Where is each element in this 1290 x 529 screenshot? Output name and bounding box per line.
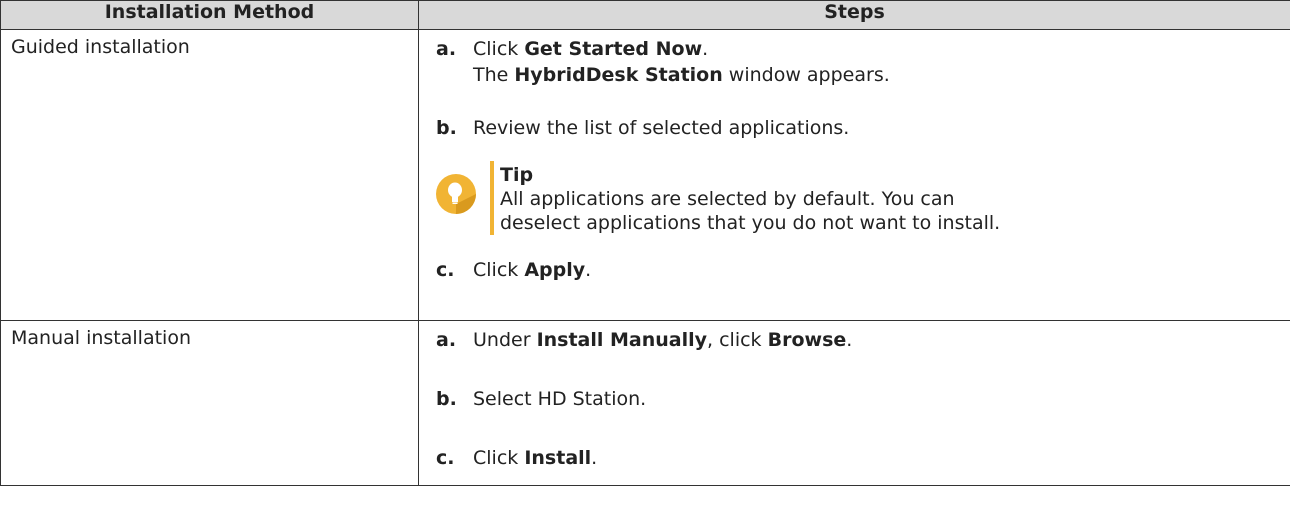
step-c: c. Click Apply. [436, 257, 1290, 283]
ui-term: HybridDesk Station [514, 64, 723, 86]
tip-callout: Tip All applications are selected by def… [436, 161, 1290, 235]
table-row-manual: Manual installation a. Under Install Man… [0, 320, 1290, 486]
header-steps: Steps [418, 0, 1290, 30]
text: . [591, 447, 598, 469]
step-b: b. Review the list of selected applicati… [436, 115, 1290, 141]
text: window appears. [722, 64, 890, 86]
tip-body: Tip All applications are selected by def… [500, 161, 1000, 235]
lightbulb-icon [436, 174, 476, 214]
step-a: a. Click Get Started Now. The HybridDesk… [436, 36, 1290, 88]
tip-line: deselect applications that you do not wa… [500, 212, 1001, 234]
text: . [846, 329, 853, 351]
text: , click [707, 329, 768, 351]
step-text: Click Get Started Now. The HybridDesk St… [473, 36, 890, 88]
header-installation-method: Installation Method [0, 0, 419, 30]
ui-term: Install [524, 447, 592, 469]
ui-term: Browse [767, 329, 847, 351]
header-row: Installation Method Steps [0, 0, 1290, 30]
text: The [473, 64, 515, 86]
table-row-guided: Guided installation a. Click Get Started… [0, 29, 1290, 321]
method-guided: Guided installation [0, 29, 419, 321]
step-letter: a. [436, 329, 457, 351]
step-letter: a. [436, 38, 457, 60]
step-c: c. Click Install. [436, 445, 1290, 471]
text: Click [473, 38, 525, 60]
step-b: b. Select HD Station. [436, 386, 1290, 412]
ui-term: Get Started Now [524, 38, 703, 60]
step-letter: c. [436, 259, 455, 281]
text: Under [473, 329, 537, 351]
step-text: Click Apply. [473, 257, 591, 283]
step-letter: b. [436, 117, 457, 139]
tip-line: All applications are selected by default… [500, 188, 955, 210]
text: Click [473, 447, 525, 469]
step-letter: b. [436, 388, 457, 410]
installation-table: Installation Method Steps Guided install… [0, 0, 1290, 486]
ui-term: Apply [524, 259, 586, 281]
steps-guided: a. Click Get Started Now. The HybridDesk… [418, 29, 1290, 321]
step-letter: c. [436, 447, 455, 469]
text: Click [473, 259, 525, 281]
text: . [702, 38, 709, 60]
text: . [585, 259, 592, 281]
method-manual: Manual installation [0, 320, 419, 486]
step-a: a. Under Install Manually, click Browse. [436, 327, 1290, 353]
ui-term: Install Manually [536, 329, 708, 351]
step-text: Select HD Station. [473, 388, 647, 410]
step-text: Click Install. [473, 445, 597, 471]
tip-accent-bar [490, 161, 494, 235]
step-text: Review the list of selected applications… [473, 117, 850, 139]
steps-manual: a. Under Install Manually, click Browse.… [418, 320, 1290, 486]
tip-title: Tip [500, 164, 534, 186]
step-text: Under Install Manually, click Browse. [473, 327, 852, 353]
